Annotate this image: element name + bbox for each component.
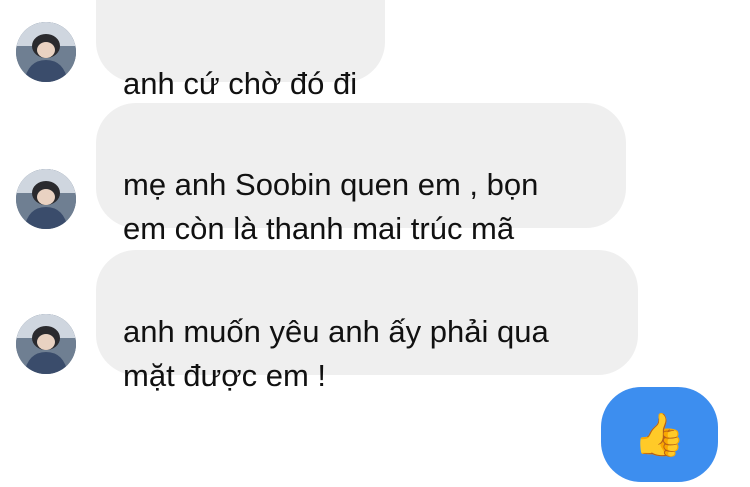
thumbs-up-message[interactable]: 👍 bbox=[601, 387, 718, 482]
message-bubble[interactable]: anh cứ chờ đó đi bbox=[96, 0, 386, 101]
avatar-image bbox=[16, 169, 76, 229]
thumbs-up-icon: 👍 bbox=[633, 409, 686, 459]
avatar-image bbox=[16, 22, 76, 82]
message-bubble[interactable]: mẹ anh Soobin quen em , bọn em còn là th… bbox=[96, 103, 626, 246]
message-text: anh muốn yêu anh ấy phải qua mặt được em… bbox=[123, 314, 549, 393]
message-text: anh cứ chờ đó đi bbox=[123, 66, 358, 101]
avatar[interactable] bbox=[16, 314, 76, 374]
message-text: mẹ anh Soobin quen em , bọn em còn là th… bbox=[123, 167, 539, 246]
avatar[interactable] bbox=[16, 22, 76, 82]
avatar[interactable] bbox=[16, 169, 76, 229]
message-bubble[interactable]: anh muốn yêu anh ấy phải qua mặt được em… bbox=[96, 250, 638, 393]
avatar-image bbox=[16, 314, 76, 374]
